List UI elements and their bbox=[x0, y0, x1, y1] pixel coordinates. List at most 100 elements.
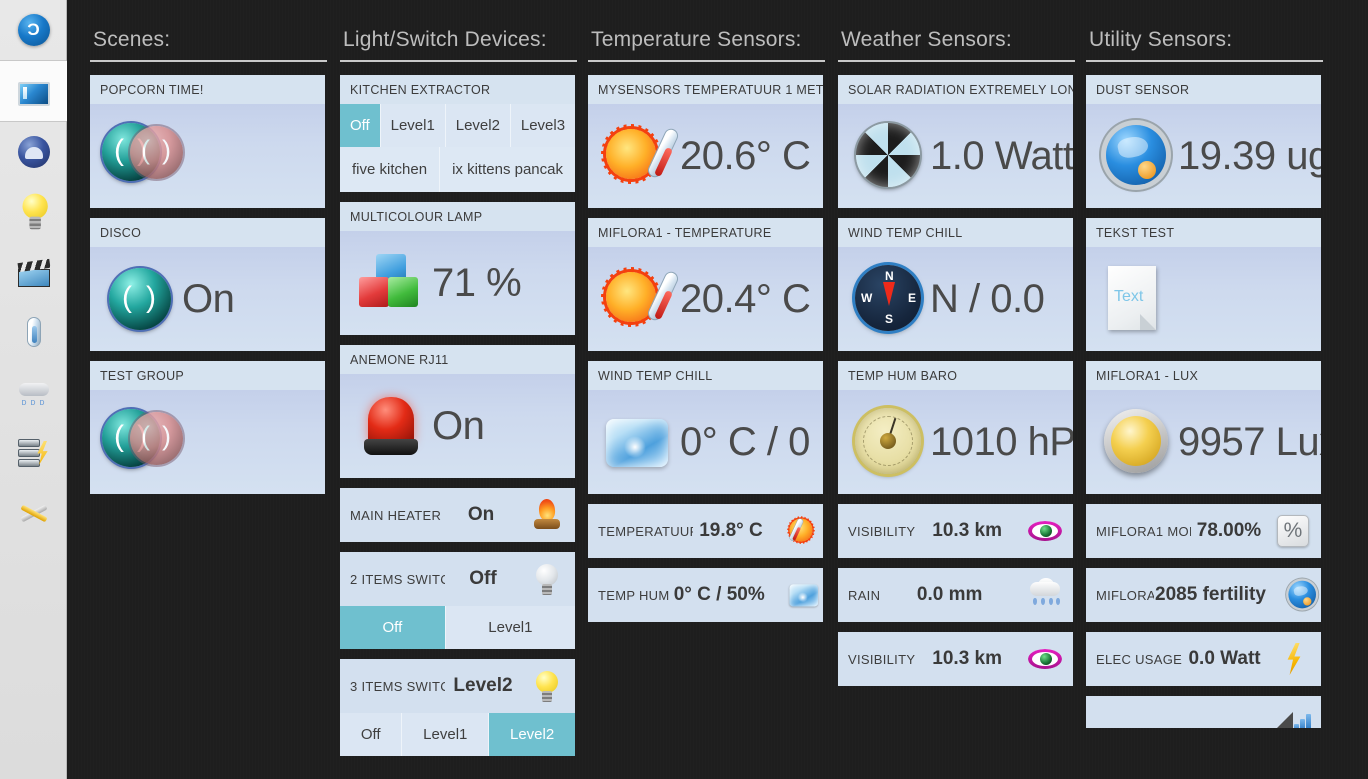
card-body[interactable]: () () bbox=[90, 104, 325, 208]
card-body[interactable]: 71 % bbox=[340, 231, 575, 335]
sidebar-item-scenes[interactable] bbox=[0, 242, 67, 302]
device-card[interactable]: MULTICOLOUR LAMP 71 % bbox=[340, 202, 575, 335]
divider bbox=[588, 60, 825, 62]
level-button[interactable]: Off bbox=[340, 713, 403, 756]
card-row[interactable]: 3 ITEMS SWITCH Level2 bbox=[340, 659, 575, 713]
card-title: ANEMONE RJ11 bbox=[340, 345, 575, 374]
sidebar-item-dashboard[interactable] bbox=[0, 61, 67, 121]
device-card[interactable]: VISIBILITY 10.3 km bbox=[838, 632, 1073, 686]
dashboard-page: Ɔ ᴅ ᴅ ᴅ Scenes: POPCORN TIME! (() DISC… bbox=[0, 0, 1368, 779]
device-card[interactable]: ELEC USAGE 0.0 Watt bbox=[1086, 632, 1321, 686]
card-body[interactable]: 19.39 ug/m3 bbox=[1086, 104, 1321, 208]
card-row[interactable]: RAIN 0.0 mm bbox=[838, 568, 1073, 622]
device-card[interactable]: MYSENSORS TEMPERATUUR 1 METER 20.6° C bbox=[588, 75, 823, 208]
divider bbox=[90, 60, 327, 62]
rgb-cubes-icon bbox=[352, 244, 430, 322]
card-value: 20.4° C bbox=[680, 276, 811, 321]
level-button[interactable]: five kitchen bbox=[340, 147, 441, 192]
level-button[interactable]: Level1 bbox=[402, 713, 490, 756]
card-row[interactable]: MAIN HEATER On bbox=[340, 488, 575, 542]
device-card[interactable]: TEMP HUM BARO 1010 hPa bbox=[838, 361, 1073, 494]
level-button[interactable]: Level1 bbox=[445, 606, 575, 649]
column-title: Light/Switch Devices: bbox=[343, 28, 547, 51]
card-title: MIFLORA1 - LUX bbox=[1086, 361, 1321, 390]
card-body[interactable]: 20.6° C bbox=[588, 104, 823, 208]
level-button[interactable]: Level2 bbox=[445, 104, 511, 147]
card-row[interactable]: VISIBILITY 10.3 km bbox=[838, 632, 1073, 686]
device-card[interactable]: MAIN HEATER On bbox=[340, 488, 575, 542]
card-body[interactable]: () () bbox=[90, 390, 325, 494]
level-button[interactable]: ix kittens pancak bbox=[440, 147, 575, 192]
card-body[interactable]: () On bbox=[90, 247, 325, 351]
device-card[interactable]: ANEMONE RJ11 On bbox=[340, 345, 575, 478]
device-card[interactable]: MIFLORA1 FERT 2085 fertility bbox=[1086, 568, 1321, 622]
clapperboard-icon bbox=[17, 258, 50, 287]
card-row[interactable]: TEMP HUM 0° C / 50% bbox=[588, 568, 823, 622]
card-row[interactable]: 2 ITEMS SWITCH Off bbox=[340, 552, 575, 606]
card-row[interactable]: TEMPERATUUR 19.8° C bbox=[588, 504, 823, 558]
device-card[interactable]: VISIBILITY 10.3 km bbox=[838, 504, 1073, 558]
sidebar-item-logo[interactable]: Ɔ bbox=[0, 0, 67, 60]
card-body[interactable]: Text bbox=[1086, 247, 1321, 351]
compass-label-n: N bbox=[885, 269, 894, 283]
device-card[interactable]: 3 ITEMS SWITCH Level2 Off Level1 Level2 bbox=[340, 659, 576, 756]
card-value: 0° C / 0 bbox=[680, 419, 810, 464]
level-button[interactable]: Off bbox=[340, 104, 381, 147]
card-title: DUST SENSOR bbox=[1086, 75, 1321, 104]
device-card[interactable]: RAIN 0.0 mm bbox=[838, 568, 1073, 622]
level-button[interactable]: Level1 bbox=[380, 104, 446, 147]
device-card[interactable]: TEMPERATUUR 19.8° C bbox=[588, 504, 823, 558]
device-card[interactable]: TEMP HUM 0° C / 50% bbox=[588, 568, 823, 622]
device-card[interactable]: 2 ITEMS SWITCH Off Off Level1 bbox=[340, 552, 575, 649]
device-card[interactable]: WIND TEMP CHILL N E S W N / 0.0 bbox=[838, 218, 1073, 351]
card-body[interactable]: N E S W N / 0.0 bbox=[838, 247, 1073, 351]
card-title: TEST GROUP bbox=[90, 361, 325, 390]
device-card[interactable]: MIFLORA1 - LUX 9957 Lux bbox=[1086, 361, 1321, 494]
sidebar-item-utility[interactable] bbox=[0, 422, 67, 482]
device-card[interactable] bbox=[1086, 696, 1321, 728]
card-title: MULTICOLOUR LAMP bbox=[340, 202, 575, 231]
level-button-row: Off Level1 Level2 Level3 bbox=[340, 104, 575, 147]
device-card[interactable]: TEST GROUP () () bbox=[90, 361, 325, 494]
card-body[interactable]: 1.0 Watt bbox=[838, 104, 1073, 208]
sidebar-item-lights[interactable] bbox=[0, 182, 67, 242]
column-utility: Utility Sensors: DUST SENSOR 19.39 ug/m3… bbox=[1086, 0, 1336, 738]
device-card[interactable]: KITCHEN EXTRACTOR Off Level1 Level2 Leve… bbox=[340, 75, 575, 192]
card-row[interactable]: VISIBILITY 10.3 km bbox=[838, 504, 1073, 558]
card-row[interactable]: MIFLORA1 FERT 2085 fertility bbox=[1086, 568, 1321, 622]
sidebar-item-temperature[interactable] bbox=[0, 302, 67, 362]
level-button[interactable]: Off bbox=[340, 606, 446, 649]
column-title: Scenes: bbox=[93, 28, 171, 51]
card-title: VISIBILITY bbox=[848, 651, 916, 667]
sidebar-item-setup[interactable] bbox=[0, 482, 67, 542]
device-card[interactable]: WIND TEMP CHILL 0° C / 0 bbox=[588, 361, 823, 494]
level-button[interactable]: Level2 bbox=[489, 713, 576, 756]
sidebar-item-floorplan[interactable] bbox=[0, 122, 67, 182]
compass-label-s: S bbox=[885, 312, 894, 326]
device-card[interactable]: MIFLORA1 MOISTURE 78.00% % bbox=[1086, 504, 1321, 558]
card-body[interactable]: 0° C / 0 bbox=[588, 390, 823, 494]
percent-glyph: % bbox=[1277, 515, 1309, 547]
card-value: 2085 fertility bbox=[1155, 584, 1266, 605]
card-value: On bbox=[432, 403, 485, 448]
card-body[interactable]: On bbox=[340, 374, 575, 478]
card-row[interactable]: ELEC USAGE 0.0 Watt bbox=[1086, 632, 1321, 686]
globe-gauge-icon bbox=[1285, 577, 1316, 613]
card-body[interactable]: 1010 hPa bbox=[838, 390, 1073, 494]
device-card[interactable]: DISCO () On bbox=[90, 218, 325, 351]
device-card[interactable]: MIFLORA1 - TEMPERATURE 20.4° C bbox=[588, 218, 823, 351]
card-body[interactable]: 9957 Lux bbox=[1086, 390, 1321, 494]
card-value: 9957 Lux bbox=[1178, 419, 1321, 464]
card-row[interactable]: MIFLORA1 MOISTURE 78.00% % bbox=[1086, 504, 1321, 558]
eye-icon bbox=[1027, 641, 1063, 677]
device-card[interactable]: DUST SENSOR 19.39 ug/m3 bbox=[1086, 75, 1321, 208]
device-card[interactable]: TEKST TEST Text bbox=[1086, 218, 1321, 351]
sidebar-item-weather[interactable]: ᴅ ᴅ ᴅ bbox=[0, 362, 67, 422]
device-card[interactable]: POPCORN TIME! () () bbox=[90, 75, 325, 208]
level-button[interactable]: Level3 bbox=[510, 104, 575, 147]
device-card[interactable]: SOLAR RADIATION EXTREMELY LONG 1.0 Watt bbox=[838, 75, 1073, 208]
card-body[interactable]: 20.4° C bbox=[588, 247, 823, 351]
card-row[interactable] bbox=[1086, 696, 1321, 728]
card-value: 19.8° C bbox=[699, 520, 763, 541]
column-title: Temperature Sensors: bbox=[591, 28, 802, 51]
